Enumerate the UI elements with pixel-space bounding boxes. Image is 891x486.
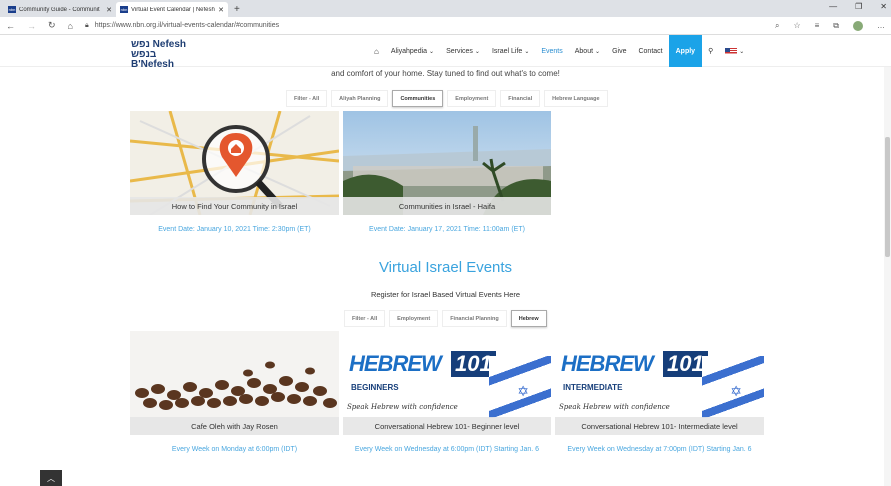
new-tab-icon[interactable]: + <box>228 2 246 17</box>
section-intro: and comfort of your home. Stay tuned to … <box>331 69 560 78</box>
event-card[interactable]: How to Find Your Community in Israel <box>130 111 339 215</box>
url-field[interactable]: 🔒︎ https://www.nbn.org.il/virtual-events… <box>85 22 763 30</box>
maximize-icon[interactable]: ❐ <box>855 2 862 11</box>
hebrew-word: HEBREW <box>349 351 442 376</box>
filter-hebrew-language-button[interactable]: Hebrew Language <box>544 90 608 107</box>
page-scrollbar[interactable] <box>884 67 891 486</box>
browser-tab-2[interactable]: nbn Virtual Event Calendar | Nefesh B ✕ <box>116 2 228 17</box>
window-controls: — ❐ ✕ <box>829 2 887 11</box>
profile-avatar[interactable] <box>853 20 863 31</box>
apply-button[interactable]: Apply <box>668 35 703 67</box>
favorites-list-icon[interactable]: ≡ <box>815 21 820 30</box>
chevron-down-icon: ⌄ <box>524 48 530 55</box>
collections-icon[interactable]: ⧉ <box>833 21 839 31</box>
minimize-icon[interactable]: — <box>829 2 837 11</box>
section-subheading: Register for Israel Based Virtual Events… <box>370 290 521 299</box>
menu-services[interactable]: Services ⌄ <box>440 35 486 67</box>
card-caption: How to Find Your Community in Israel <box>130 197 339 215</box>
tagline: Speak Hebrew with confidence <box>559 403 670 411</box>
hebrew-word: HEBREW <box>561 351 654 376</box>
level-label: BEGINNERS <box>351 383 399 392</box>
event-date-link[interactable]: Event Date: January 10, 2021 Time: 2:30p… <box>130 225 339 234</box>
favicon-icon: nbn <box>8 6 16 13</box>
logo-line2: בנפש B'Nefesh <box>131 49 174 70</box>
browser-tab-bar: nbn Community Guide - Communit ✕ nbn Vir… <box>0 0 891 17</box>
filter-financial-button[interactable]: Financial <box>500 90 541 107</box>
filter-financial-planning-button[interactable]: Financial Planning <box>442 310 507 327</box>
scroll-to-top-button[interactable]: ︿ <box>40 470 62 486</box>
tab-title: Virtual Event Calendar | Nefesh B <box>131 6 216 13</box>
chevron-down-icon: ⌄ <box>429 48 435 55</box>
close-tab-icon[interactable]: ✕ <box>106 6 112 14</box>
us-flag-icon <box>725 47 738 55</box>
more-menu-icon[interactable]: … <box>877 21 885 30</box>
menu-events[interactable]: Events <box>535 35 568 67</box>
chevron-up-icon: ︿ <box>47 473 55 483</box>
menu-israel-life[interactable]: Israel Life ⌄ <box>486 35 535 67</box>
forward-icon[interactable]: → <box>27 21 36 31</box>
refresh-icon[interactable]: ↻ <box>48 20 56 31</box>
chevron-down-icon: ⌄ <box>474 48 480 55</box>
home-icon[interactable]: ⌂ <box>68 21 73 31</box>
tab-title: Community Guide - Communit <box>19 6 100 13</box>
menu-label: Services <box>446 47 473 55</box>
close-tab-icon[interactable]: ✕ <box>218 6 224 14</box>
zoom-icon[interactable]: ⌕ <box>775 21 779 31</box>
language-selector[interactable]: ⌄ <box>719 35 750 67</box>
event-date-link[interactable]: Every Week on Wednesday at 6:00pm (IDT) … <box>350 445 544 454</box>
menu-about[interactable]: About ⌄ <box>569 35 606 67</box>
hebrew-number: 101 <box>663 351 708 377</box>
card-caption: Cafe Oleh with Jay Rosen <box>130 417 339 435</box>
virtual-event-filters: Filter - All Employment Financial Planni… <box>344 310 547 327</box>
event-card[interactable]: Communities in Israel - Haifa <box>343 111 551 215</box>
section-heading: Virtual Israel Events <box>378 259 513 276</box>
filter-communities-button[interactable]: Communities <box>392 90 444 107</box>
filter-hebrew-button[interactable]: Hebrew <box>510 310 547 327</box>
url-text: https://www.nbn.org.il/virtual-events-ca… <box>94 22 280 29</box>
filter-aliyah-planning-button[interactable]: Aliyah Planning <box>331 90 389 107</box>
nefesh-logo[interactable]: נפש Nefesh בנפש B'Nefesh <box>131 40 201 70</box>
filter-all-button[interactable]: Filter - All <box>344 310 386 327</box>
favicon-icon: nbn <box>120 6 128 13</box>
chevron-down-icon: ⌄ <box>595 48 601 55</box>
menu-label: About <box>574 47 594 55</box>
scrollbar-thumb[interactable] <box>885 137 890 257</box>
menu-contact[interactable]: Contact <box>632 35 668 67</box>
card-caption: Conversational Hebrew 101- Beginner leve… <box>343 417 551 435</box>
search-icon[interactable]: ⚲ <box>702 35 719 67</box>
home-nav-icon[interactable]: ⌂ <box>368 35 385 67</box>
close-window-icon[interactable]: ✕ <box>880 2 887 11</box>
browser-tab-1[interactable]: nbn Community Guide - Communit ✕ <box>4 2 116 17</box>
level-label: INTERMEDIATE <box>563 383 623 392</box>
star-of-david-icon: ✡ <box>517 383 529 399</box>
menu-label: Israel Life <box>491 47 523 55</box>
event-date-link[interactable]: Event Date: January 17, 2021 Time: 11:00… <box>343 225 551 234</box>
filter-employment-button[interactable]: Employment <box>447 90 497 107</box>
event-card[interactable]: HEBREW 101 INTERMEDIATE Speak Hebrew wit… <box>555 331 764 435</box>
menu-aliyahpedia[interactable]: Aliyahpedia ⌄ <box>385 35 440 67</box>
star-of-david-icon: ✡ <box>730 383 742 399</box>
back-icon[interactable]: ← <box>6 21 15 31</box>
card-caption: Communities in Israel - Haifa <box>343 197 551 215</box>
event-card[interactable]: HEBREW 101 BEGINNERS Speak Hebrew with c… <box>343 331 551 435</box>
community-filters: Filter - All Aliyah Planning Communities… <box>286 90 608 107</box>
chevron-down-icon: ⌄ <box>739 48 745 55</box>
card-caption: Conversational Hebrew 101- Intermediate … <box>555 417 764 435</box>
menu-give[interactable]: Give <box>606 35 632 67</box>
tagline: Speak Hebrew with confidence <box>347 403 458 411</box>
address-bar: ← → ↻ ⌂ 🔒︎ https://www.nbn.org.il/virtua… <box>0 17 891 35</box>
favorite-star-icon[interactable]: ☆ <box>793 21 800 30</box>
filter-all-button[interactable]: Filter - All <box>286 90 328 107</box>
event-date-link[interactable]: Every Week on Wednesday at 7:00pm (IDT) … <box>562 445 757 454</box>
site-header: נפש Nefesh בנפש B'Nefesh ⌂ Aliyahpedia ⌄ … <box>0 35 891 70</box>
menu-label: Aliyahpedia <box>390 47 428 55</box>
event-date-link[interactable]: Every Week on Monday at 6:00pm (IDT) <box>130 445 339 454</box>
main-menu: ⌂ Aliyahpedia ⌄ Services ⌄ Israel Life ⌄ Ev… <box>368 35 750 67</box>
lock-icon: 🔒︎ <box>84 21 89 29</box>
event-card[interactable]: Cafe Oleh with Jay Rosen <box>130 331 339 435</box>
filter-employment-button[interactable]: Employment <box>389 310 439 327</box>
